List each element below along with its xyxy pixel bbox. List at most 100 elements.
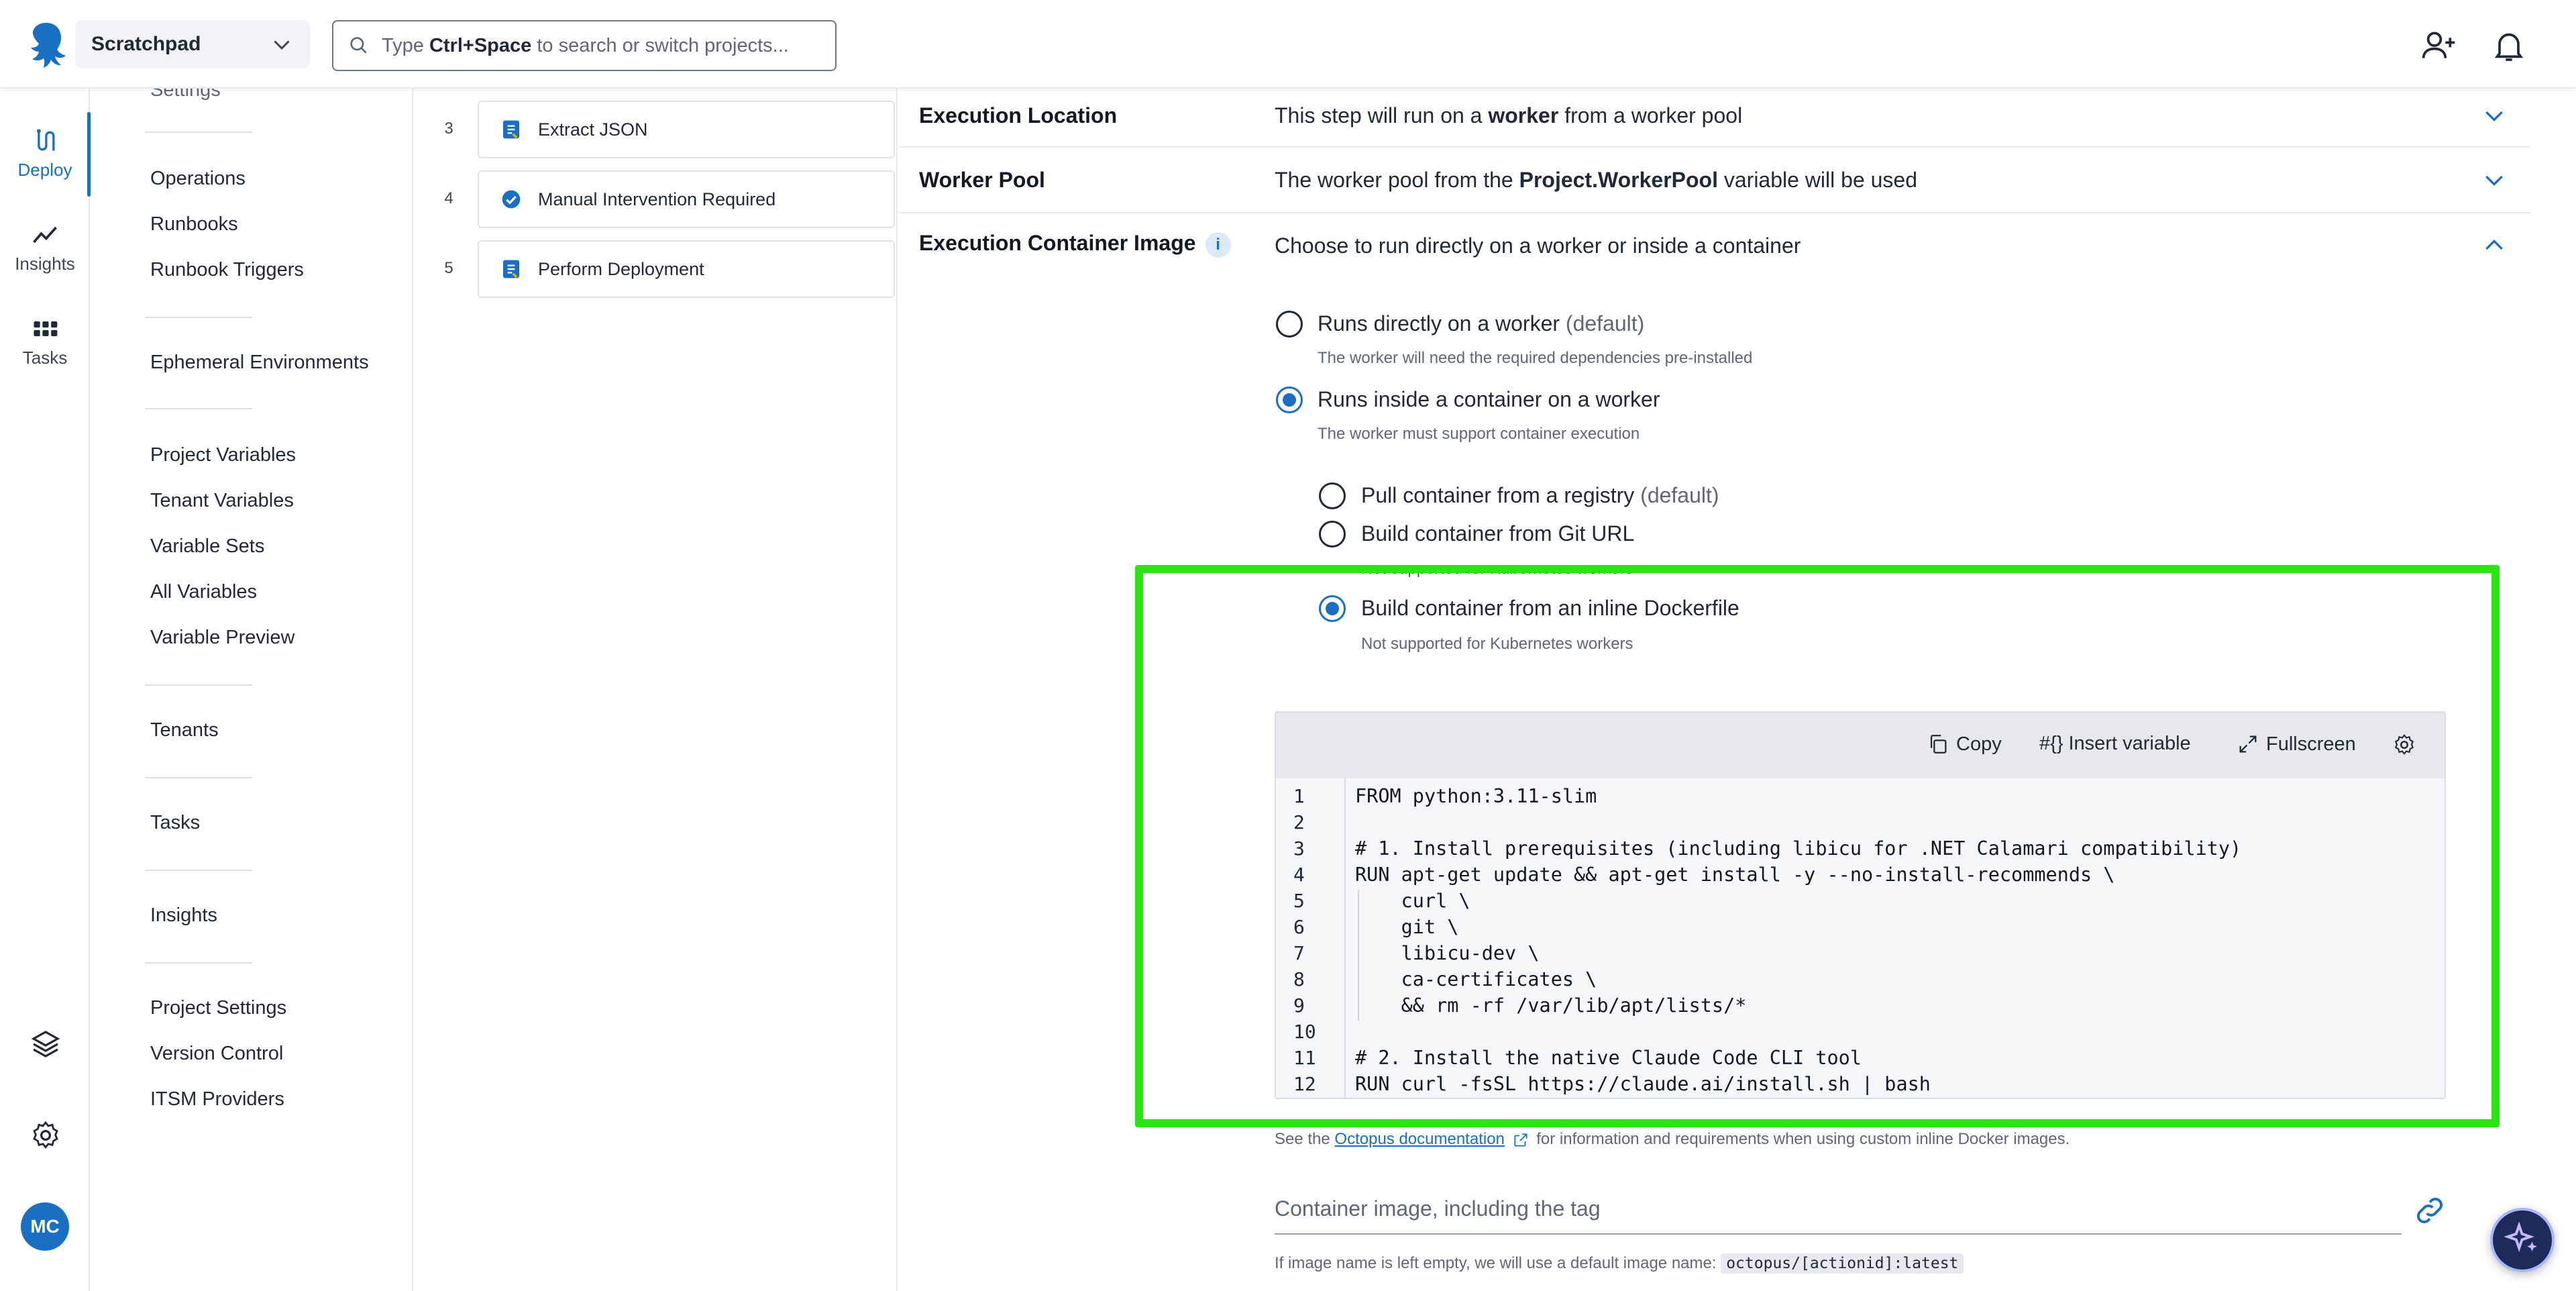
rail-item-tasks[interactable]: Tasks (0, 314, 90, 368)
option-help-text: Not supported for Kubernetes workers (1361, 560, 1633, 578)
copy-button[interactable]: Copy (1927, 733, 2002, 756)
external-link-icon (1514, 1133, 1527, 1147)
worker-pool-label: Worker Pool (919, 168, 1045, 192)
info-icon[interactable]: i (1205, 231, 1231, 258)
nav-divider (145, 684, 252, 686)
radio-label: Runs directly on a worker (default) (1318, 311, 1645, 335)
search-icon (350, 37, 367, 54)
radio-inline-dockerfile[interactable] (1319, 595, 1346, 622)
rail-item-deploy[interactable]: Deploy (0, 126, 90, 180)
step-item[interactable]: 5 Perform Deployment (439, 240, 895, 298)
nav-link-runbook-triggers[interactable]: Runbook Triggers (150, 259, 304, 281)
radio-label: Pull container from a registry (default) (1361, 483, 1719, 507)
step-item[interactable]: 4 Manual Intervention Required (439, 170, 895, 228)
step-settings-form: Execution Location This step will run on… (899, 89, 2576, 1291)
code-line: RUN apt-get update && apt-get install -y… (1355, 864, 2115, 886)
execution-location-row[interactable]: Execution Location This step will run on… (899, 89, 2530, 148)
nav-divider (145, 962, 252, 964)
user-avatar[interactable]: MC (21, 1202, 69, 1251)
check-circle-icon (502, 190, 521, 209)
line-number: 2 (1293, 811, 1305, 833)
code-line: curl \ (1355, 890, 1470, 912)
nav-link-tenant-variables[interactable]: Tenant Variables (150, 490, 294, 512)
code-line: libicu-dev \ (1355, 942, 1540, 964)
search-placeholder: Type Ctrl+Space to search or switch proj… (382, 34, 789, 56)
octopus-documentation-link[interactable]: Octopus documentation (1334, 1130, 1505, 1148)
radio-build-git-url[interactable] (1319, 521, 1346, 548)
worker-pool-row[interactable]: Worker Pool The worker pool from the Pro… (899, 148, 2530, 213)
add-user-icon[interactable] (2420, 27, 2458, 64)
nav-link-ephemeral-environments[interactable]: Ephemeral Environments (150, 352, 369, 374)
code-line: && rm -rf /var/lib/apt/lists/* (1355, 994, 1747, 1017)
line-number: 1 (1293, 785, 1305, 807)
dockerfile-editor[interactable]: Copy #{} Insert variable Fullscreen 1 2 … (1275, 711, 2446, 1099)
container-image-input[interactable] (1275, 1186, 2402, 1231)
radio-pull-registry[interactable] (1319, 482, 1346, 509)
nav-link-settings-cut[interactable]: Settings (150, 89, 221, 101)
settings-gear-icon[interactable] (30, 1119, 62, 1151)
worker-pool-summary: The worker pool from the Project.WorkerP… (1275, 168, 1918, 192)
chevron-up-icon[interactable] (2481, 232, 2508, 259)
code-line: FROM python:3.11-slim (1355, 785, 1597, 807)
radio-run-in-container[interactable] (1276, 386, 1303, 413)
nav-link-tenants[interactable]: Tenants (150, 719, 219, 741)
step-item[interactable]: 3 Extract JSON (439, 101, 895, 158)
nav-link-tasks[interactable]: Tasks (150, 812, 200, 834)
notification-bell-icon[interactable] (2490, 27, 2528, 64)
process-steps-panel: 3 Extract JSON 4 Manual Intervention Req… (415, 89, 898, 1291)
nav-divider (145, 777, 252, 778)
nav-link-version-control[interactable]: Version Control (150, 1043, 283, 1065)
sparkle-icon (2504, 1221, 2537, 1252)
line-number-gutter: 1 2 3 4 5 6 7 8 9 10 11 12 (1276, 778, 1346, 1098)
line-number: 7 (1293, 942, 1305, 964)
nav-link-operations[interactable]: Operations (150, 168, 246, 190)
code-line: # 1. Install prerequisites (including li… (1355, 837, 2242, 860)
project-switcher[interactable]: Scratchpad (75, 20, 310, 68)
line-number: 4 (1293, 864, 1305, 886)
project-sidenav: Settings Operations Runbooks Runbook Tri… (91, 89, 413, 1291)
execution-location-label: Execution Location (919, 103, 1118, 127)
deploy-icon (36, 129, 55, 151)
octopus-logo-icon[interactable] (25, 20, 67, 68)
tasks-icon (34, 321, 58, 336)
option-help-text: Not supported for Kubernetes workers (1361, 635, 1633, 653)
container-image-field[interactable] (1275, 1186, 2402, 1235)
radio-run-on-worker[interactable] (1276, 311, 1303, 338)
nav-link-insights[interactable]: Insights (150, 905, 217, 927)
nav-divider (145, 132, 252, 133)
link-icon[interactable] (2412, 1193, 2447, 1228)
radio-label: Build container from Git URL (1361, 521, 1635, 546)
code-line: git \ (1355, 916, 1459, 938)
chevron-down-icon[interactable] (2481, 166, 2508, 193)
nav-link-variable-preview[interactable]: Variable Preview (150, 627, 294, 649)
nav-link-itsm-providers[interactable]: ITSM Providers (150, 1088, 284, 1111)
fullscreen-button[interactable]: Fullscreen (2237, 733, 2356, 756)
docs-help-text: See the Octopus documentation for inform… (1275, 1130, 2070, 1148)
code-line: RUN curl -fsSL https://claude.ai/install… (1355, 1073, 1931, 1095)
line-number: 10 (1293, 1021, 1316, 1043)
editor-settings-gear-icon[interactable] (2392, 733, 2416, 757)
nav-link-variable-sets[interactable]: Variable Sets (150, 535, 264, 558)
search-input[interactable]: Type Ctrl+Space to search or switch proj… (332, 20, 837, 71)
nav-link-runbooks[interactable]: Runbooks (150, 213, 238, 236)
expand-icon (2239, 735, 2257, 753)
insert-variable-button[interactable]: #{} Insert variable (2039, 733, 2191, 755)
step-card[interactable]: Perform Deployment (478, 240, 895, 298)
nav-divider (145, 408, 252, 409)
chevron-down-icon[interactable] (2481, 102, 2508, 129)
ai-assistant-button[interactable] (2490, 1208, 2555, 1272)
code-line: ca-certificates \ (1355, 968, 1597, 990)
nav-link-project-variables[interactable]: Project Variables (150, 444, 296, 466)
line-number: 11 (1293, 1047, 1316, 1069)
step-card[interactable]: Manual Intervention Required (478, 170, 895, 228)
insights-icon (33, 226, 57, 244)
layers-icon[interactable] (30, 1028, 62, 1060)
line-number: 9 (1293, 994, 1305, 1017)
nav-link-all-variables[interactable]: All Variables (150, 581, 257, 603)
option-help-text: The worker will need the required depend… (1318, 349, 1753, 367)
step-card[interactable]: Extract JSON (478, 101, 895, 158)
nav-link-project-settings[interactable]: Project Settings (150, 997, 286, 1019)
rail-item-insights[interactable]: Insights (0, 220, 90, 274)
default-image-help-text: If image name is left empty, we will use… (1275, 1253, 1964, 1274)
code-area[interactable]: 1 2 3 4 5 6 7 8 9 10 11 12 FROM python:3… (1276, 778, 2445, 1098)
